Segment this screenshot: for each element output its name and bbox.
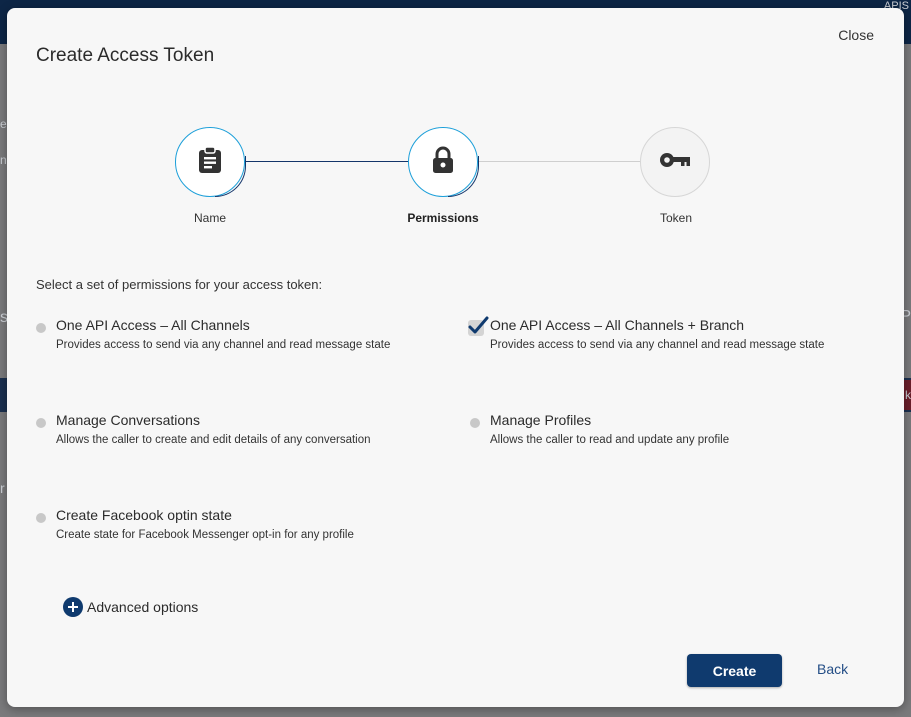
key-icon: [659, 151, 691, 174]
radio-indicator[interactable]: [470, 418, 480, 428]
background-text-fragment: e: [0, 117, 7, 131]
plus-circle-icon[interactable]: [63, 597, 83, 617]
background-text-fragment: n: [0, 153, 7, 167]
create-button[interactable]: Create: [687, 654, 782, 687]
back-button[interactable]: Back: [817, 661, 848, 677]
dialog-title: Create Access Token: [36, 45, 215, 66]
permission-title: One API Access – All Channels + Branch: [490, 317, 745, 333]
background-text-fragment: k: [905, 388, 911, 402]
create-access-token-dialog: Create Access Token Close Name Permissio…: [7, 8, 904, 707]
permission-description: Provides access to send via any channel …: [56, 339, 391, 351]
stepper-connector-completed: [242, 161, 409, 162]
radio-indicator[interactable]: [36, 418, 46, 428]
permission-title: Create Facebook optin state: [56, 507, 232, 523]
step-name-indicator: [175, 127, 246, 197]
close-button[interactable]: Close: [838, 27, 874, 43]
background-text-fragment: r: [0, 480, 5, 496]
clipboard-icon: [197, 145, 223, 179]
step-label-token: Token: [659, 211, 693, 225]
permission-description: Allows the caller to read and update any…: [490, 434, 730, 446]
permission-description: Allows the caller to create and edit det…: [56, 434, 371, 446]
advanced-options-label[interactable]: Advanced options: [87, 599, 198, 615]
radio-indicator[interactable]: [36, 513, 46, 523]
step-label-name: Name: [193, 211, 226, 225]
permission-description: Provides access to send via any channel …: [490, 339, 825, 351]
permission-description: Create state for Facebook Messenger opt-…: [56, 529, 354, 541]
permissions-prompt: Select a set of permissions for your acc…: [36, 277, 323, 292]
permission-title: Manage Profiles: [490, 412, 592, 428]
advanced-options-toggle[interactable]: Advanced options: [63, 597, 198, 617]
checkmark-icon[interactable]: [468, 316, 489, 336]
step-permissions-indicator: [408, 127, 479, 197]
step-token-indicator: [640, 127, 710, 197]
permission-title: Manage Conversations: [56, 412, 200, 428]
lock-icon: [431, 146, 455, 179]
radio-indicator[interactable]: [36, 323, 46, 333]
permission-title: One API Access – All Channels: [56, 317, 250, 333]
step-label-permissions: Permissions: [407, 211, 479, 225]
stepper-connector-pending: [475, 161, 643, 162]
